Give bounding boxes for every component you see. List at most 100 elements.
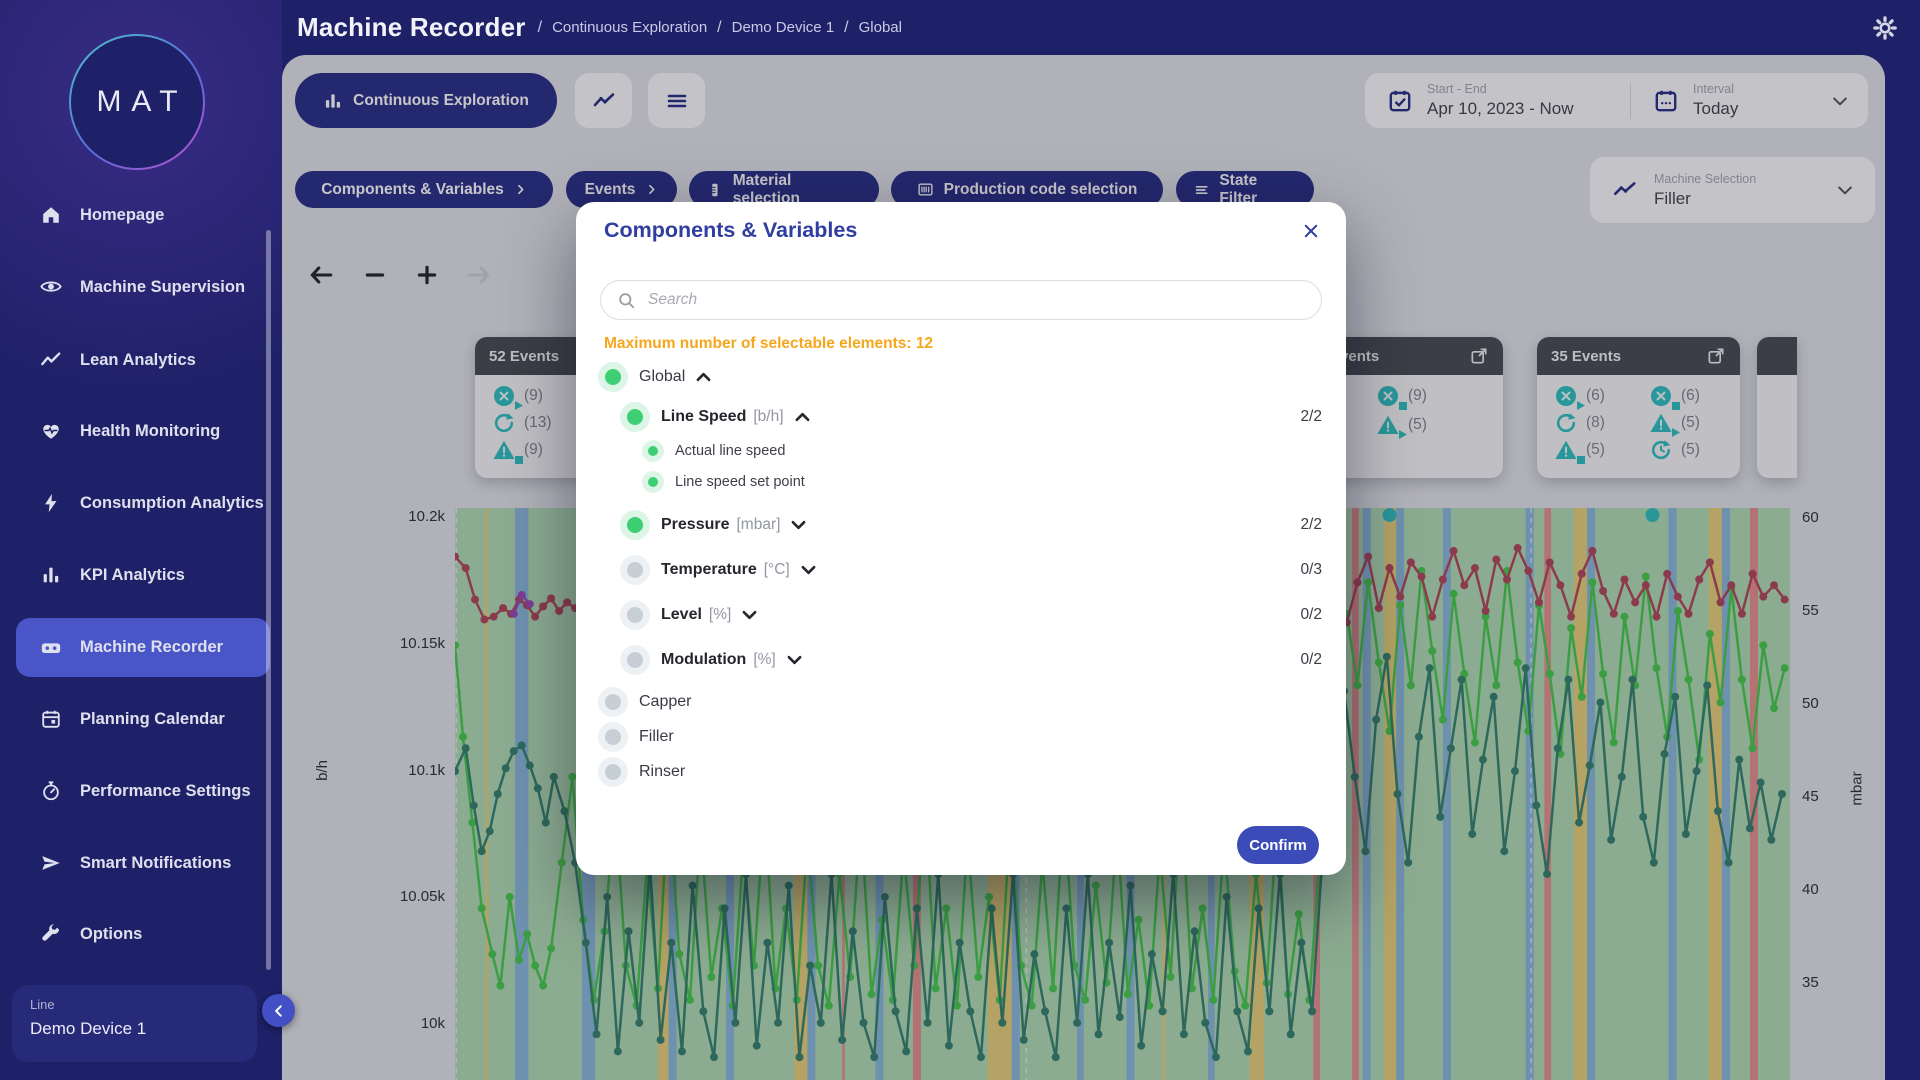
tree-item-unit: [%] <box>753 651 775 669</box>
tree-item-label: Filler <box>639 728 674 746</box>
sidebar: MAT Homepage Machine Supervision Lean An… <box>0 0 282 1080</box>
tree-item-line-speed[interactable]: Line Speed [b/h] 2/2 <box>598 402 1322 432</box>
selection-count: 2/2 <box>1300 516 1322 534</box>
sidebar-item-consumption-analytics[interactable]: Consumption Analytics <box>16 475 270 531</box>
tree-item-label: Line Speed <box>661 408 746 426</box>
tree-item-label: Actual line speed <box>675 443 785 459</box>
search-box <box>600 280 1322 320</box>
bolt-icon <box>40 492 62 514</box>
tree-item-label: Temperature <box>661 561 757 579</box>
home-icon <box>40 204 62 226</box>
sidebar-item-label: Options <box>80 924 142 944</box>
breadcrumb-item[interactable]: Demo Device 1 <box>732 19 835 36</box>
chevron-down-icon[interactable] <box>787 655 802 665</box>
recorder-icon <box>40 637 62 659</box>
tree-item-pressure[interactable]: Pressure [mbar] 2/2 <box>598 510 1322 540</box>
wrench-icon <box>40 923 62 945</box>
tree-item-level[interactable]: Level [%] 0/2 <box>598 600 1322 630</box>
trend-icon <box>40 349 62 371</box>
confirm-button[interactable]: Confirm <box>1237 826 1319 864</box>
settings-gear-icon[interactable] <box>1872 15 1898 41</box>
sidebar-collapse-button[interactable] <box>262 994 295 1027</box>
radio-unselected-icon[interactable] <box>598 757 628 787</box>
sidebar-item-machine-recorder[interactable]: Machine Recorder <box>16 618 270 677</box>
tree-item-modulation[interactable]: Modulation [%] 0/2 <box>598 645 1322 675</box>
tree-item-line-speed-set-point[interactable]: Line speed set point <box>598 471 1322 493</box>
chevron-down-icon[interactable] <box>801 565 816 575</box>
sidebar-item-kpi-analytics[interactable]: KPI Analytics <box>16 555 270 595</box>
device-card-value: Demo Device 1 <box>30 1019 257 1039</box>
tree-item-label: Rinser <box>639 763 685 781</box>
sidebar-item-smart-notifications[interactable]: Smart Notifications <box>16 835 270 891</box>
app-root: Machine Recorder / Continuous Exploratio… <box>0 0 1920 1080</box>
top-bar: Machine Recorder / Continuous Exploratio… <box>0 0 1920 55</box>
tree-item-label: Global <box>639 368 685 386</box>
breadcrumb-separator: / <box>538 19 542 37</box>
device-card-label: Line <box>30 997 257 1012</box>
chevron-left-icon <box>272 1004 286 1018</box>
tree-item-filler[interactable]: Filler <box>598 722 1322 752</box>
selection-count: 2/2 <box>1300 408 1322 426</box>
sidebar-item-options[interactable]: Options <box>16 914 270 954</box>
sidebar-item-label: KPI Analytics <box>80 565 185 585</box>
radio-selected-icon[interactable] <box>642 440 664 462</box>
chevron-up-icon[interactable] <box>795 412 810 422</box>
heart-pulse-icon <box>40 420 62 442</box>
sidebar-item-performance-settings[interactable]: Performance Settings <box>16 763 270 819</box>
sidebar-item-label: Homepage <box>80 205 164 225</box>
eye-icon <box>40 276 62 298</box>
radio-selected-icon[interactable] <box>620 402 650 432</box>
chevron-down-icon[interactable] <box>791 520 806 530</box>
device-card[interactable]: Line Demo Device 1 <box>12 985 257 1062</box>
sidebar-item-homepage[interactable]: Homepage <box>16 195 270 235</box>
search-input[interactable] <box>646 290 1305 310</box>
sidebar-scrollbar[interactable] <box>266 230 271 970</box>
radio-selected-icon[interactable] <box>620 510 650 540</box>
stopwatch-icon <box>40 780 62 802</box>
tree-item-global[interactable]: Global <box>598 362 1322 392</box>
brand-logo: MAT <box>69 34 205 170</box>
sidebar-item-label: Machine Recorder <box>80 637 223 657</box>
page-title: Machine Recorder <box>297 12 526 43</box>
tree-item-actual-line-speed[interactable]: Actual line speed <box>598 440 1322 462</box>
tree-item-capper[interactable]: Capper <box>598 687 1322 717</box>
breadcrumb-item[interactable]: Global <box>859 19 902 36</box>
tree-item-unit: [%] <box>709 606 731 624</box>
sidebar-item-health-monitoring[interactable]: Health Monitoring <box>16 411 270 451</box>
breadcrumb: / Continuous Exploration / Demo Device 1… <box>538 19 902 37</box>
tree-item-label: Capper <box>639 693 691 711</box>
sidebar-item-label: Planning Calendar <box>80 709 225 729</box>
breadcrumb-separator: / <box>717 19 721 37</box>
tree-item-temperature[interactable]: Temperature [°C] 0/3 <box>598 555 1322 585</box>
radio-unselected-icon[interactable] <box>598 687 628 717</box>
sidebar-item-label: Consumption Analytics <box>80 493 264 513</box>
send-icon <box>40 852 62 874</box>
radio-unselected-icon[interactable] <box>620 600 650 630</box>
calendar-icon <box>40 708 62 730</box>
selection-count: 0/2 <box>1300 606 1322 624</box>
radio-selected-icon[interactable] <box>642 471 664 493</box>
radio-selected-icon[interactable] <box>598 362 628 392</box>
selection-count: 0/3 <box>1300 561 1322 579</box>
tree-item-unit: [°C] <box>764 561 790 579</box>
brand-logo-text: MAT <box>96 85 187 119</box>
sidebar-item-planning-calendar[interactable]: Planning Calendar <box>16 691 270 747</box>
tree-item-label: Pressure <box>661 516 730 534</box>
radio-unselected-icon[interactable] <box>620 555 650 585</box>
sidebar-item-lean-analytics[interactable]: Lean Analytics <box>16 340 270 380</box>
chevron-up-icon[interactable] <box>696 372 711 382</box>
chevron-down-icon[interactable] <box>742 610 757 620</box>
selection-count: 0/2 <box>1300 651 1322 669</box>
sidebar-item-label: Performance Settings <box>80 781 251 801</box>
radio-unselected-icon[interactable] <box>620 645 650 675</box>
tree-item-label: Level <box>661 606 702 624</box>
sidebar-item-label: Lean Analytics <box>80 350 196 370</box>
breadcrumb-item[interactable]: Continuous Exploration <box>552 19 707 36</box>
search-icon <box>617 291 636 310</box>
sidebar-item-machine-supervision[interactable]: Machine Supervision <box>16 259 270 315</box>
tree-item-unit: [b/h] <box>753 408 783 426</box>
sidebar-item-label: Machine Supervision <box>80 277 245 297</box>
tree-item-rinser[interactable]: Rinser <box>598 757 1322 787</box>
close-icon[interactable] <box>1302 222 1320 240</box>
radio-unselected-icon[interactable] <box>598 722 628 752</box>
